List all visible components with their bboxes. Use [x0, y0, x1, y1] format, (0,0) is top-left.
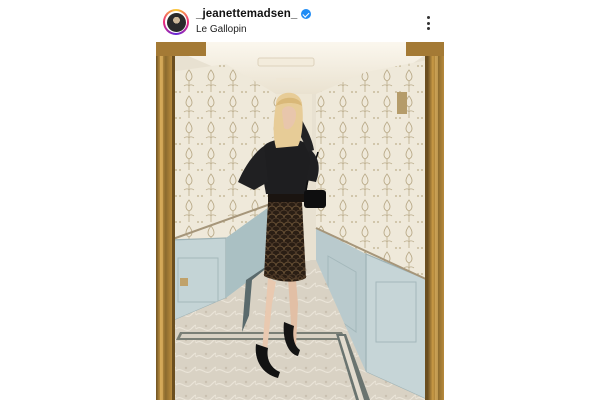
avatar[interactable]: [163, 9, 189, 35]
more-vertical-icon: [426, 16, 430, 19]
more-options-button[interactable]: [422, 14, 434, 32]
avatar-frame: [165, 11, 187, 33]
location-link[interactable]: Le Gallopin: [196, 24, 247, 35]
avatar-image: [166, 12, 186, 32]
username-row: _jeanettemadsen_: [196, 8, 312, 20]
post-photo[interactable]: [156, 42, 444, 400]
mirror-selfie-photo: [156, 42, 444, 400]
more-vertical-icon-dot: [426, 27, 430, 30]
post-header: _jeanettemadsen_ Le Gallopin: [0, 0, 600, 42]
username-link[interactable]: _jeanettemadsen_: [196, 8, 297, 20]
verified-badge-icon: [301, 9, 312, 19]
more-vertical-icon-dot: [426, 21, 430, 25]
